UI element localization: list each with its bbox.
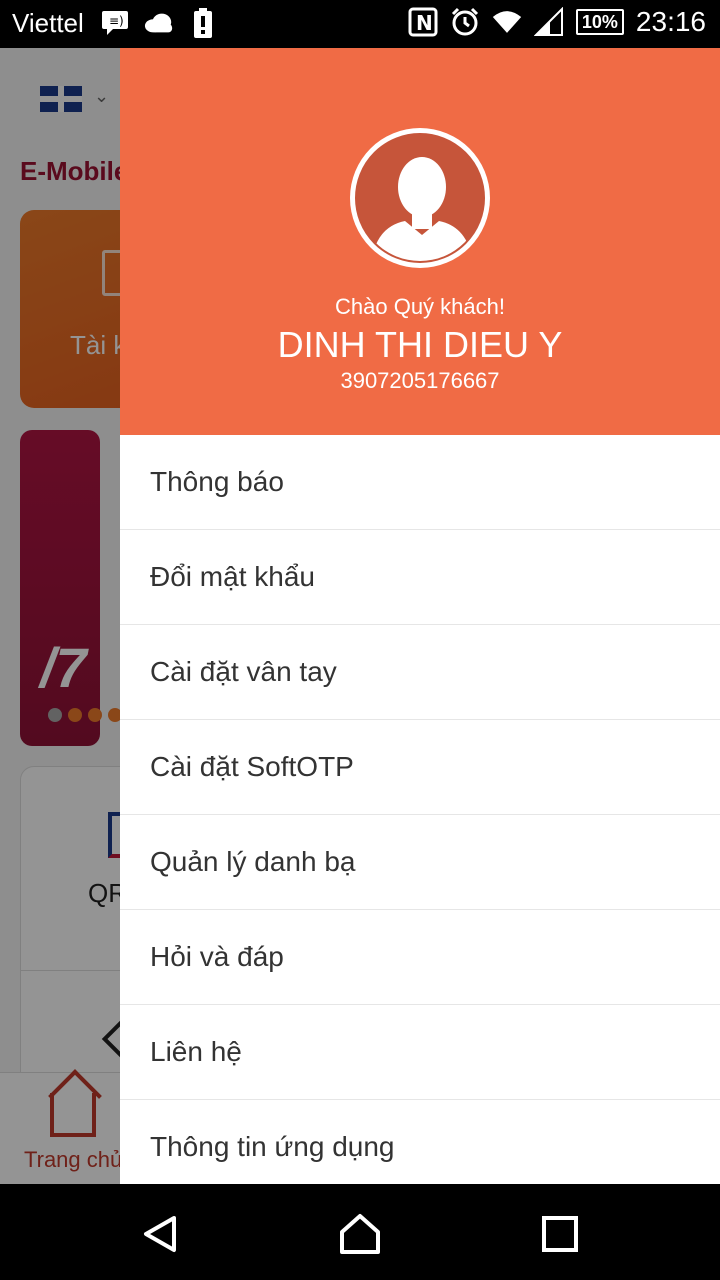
svg-text:≡): ≡) <box>109 14 124 28</box>
wifi-icon <box>492 7 522 37</box>
menu-item-softotp-settings[interactable]: Cài đặt SoftOTP <box>120 720 720 815</box>
svg-text:N: N <box>416 11 433 35</box>
battery-alert-icon <box>188 8 218 38</box>
cloud-icon <box>144 8 174 38</box>
menu-item-faq[interactable]: Hỏi và đáp <box>120 910 720 1005</box>
menu-item-label: Cài đặt vân tay <box>150 656 337 687</box>
home-nav-icon[interactable] <box>338 1212 382 1256</box>
carrier-label: Viettel <box>12 8 84 38</box>
signal-icon <box>533 7 564 37</box>
menu-item-label: Thông báo <box>150 466 284 497</box>
menu-item-app-info[interactable]: Thông tin ứng dụng <box>120 1100 720 1184</box>
menu-item-label: Cài đặt SoftOTP <box>150 751 354 782</box>
menu-item-change-password[interactable]: Đổi mật khẩu <box>120 530 720 625</box>
system-nav-bar <box>0 1184 720 1280</box>
user-name: DINH THI DIEU Y <box>277 324 563 365</box>
system-icons: N 10% 23:16 <box>408 6 706 38</box>
nfc-icon: N <box>408 7 438 37</box>
user-silhouette-icon <box>355 133 485 263</box>
menu-item-label: Thông tin ứng dụng <box>150 1131 395 1162</box>
avatar[interactable] <box>350 128 490 268</box>
alarm-icon <box>450 7 480 37</box>
recents-icon[interactable] <box>538 1212 582 1256</box>
menu-item-contacts[interactable]: Quản lý danh bạ <box>120 815 720 910</box>
menu-item-label: Liên hệ <box>150 1036 242 1067</box>
drawer-header: Chào Quý khách! DINH THI DIEU Y 39072051… <box>120 48 720 435</box>
back-icon[interactable] <box>138 1212 182 1256</box>
navigation-drawer: Chào Quý khách! DINH THI DIEU Y 39072051… <box>120 48 720 1184</box>
status-bar: Viettel ≡) N 10% 23:16 <box>0 0 720 48</box>
clock: 23:16 <box>635 6 706 37</box>
greeting-text: Chào Quý khách! <box>335 294 505 319</box>
menu-item-contact[interactable]: Liên hệ <box>120 1005 720 1100</box>
menu-item-label: Quản lý danh bạ <box>150 846 356 877</box>
menu-item-label: Hỏi và đáp <box>150 941 284 972</box>
message-icon: ≡) <box>100 8 130 38</box>
menu-item-notifications[interactable]: Thông báo <box>120 435 720 530</box>
battery-indicator: 10% <box>575 9 624 35</box>
drawer-menu: Thông báo Đổi mật khẩu Cài đặt vân tay C… <box>120 435 720 1184</box>
notification-icons: ≡) <box>100 8 218 38</box>
menu-item-fingerprint-settings[interactable]: Cài đặt vân tay <box>120 625 720 720</box>
menu-item-label: Đổi mật khẩu <box>150 561 315 592</box>
account-number: 3907205176667 <box>340 368 500 393</box>
